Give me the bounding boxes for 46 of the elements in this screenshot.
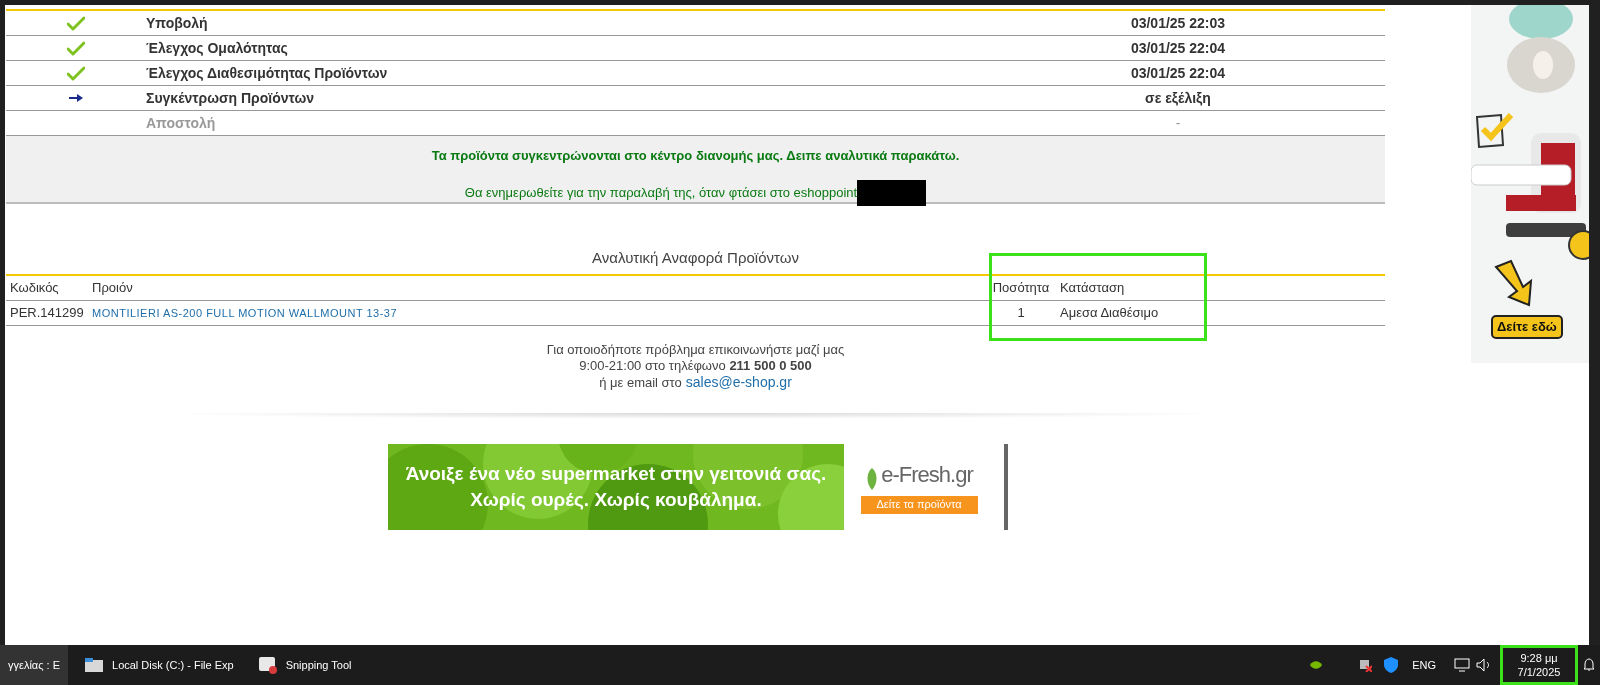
banner-headline: Άνοιξε ένα νέο supermarket στην γειτονιά σας. (405, 461, 827, 486)
check-icon (67, 15, 85, 31)
see-here-button[interactable]: Δείτε εδώ (1491, 315, 1563, 339)
table-cell-text: Αμεσα Διαθέσιμο (1059, 303, 1160, 322)
table-cell-text: PER.141299 (9, 303, 85, 322)
column-header: Προιόν (91, 278, 134, 297)
banner-headline: Χωρίς ουρές. Χωρίς κουβάλημα. (470, 487, 762, 512)
step-label: Αποστολή (146, 113, 217, 133)
clock-time: 9:28 μμ (1520, 651, 1558, 665)
contact-text: Για οποιοδήποτε πρόβλημα επικοινωνήστε μαζί μας (546, 341, 845, 358)
section-title: Αναλυτική Αναφορά Προϊόντων (592, 248, 799, 268)
step-label: Υποβολή (146, 13, 209, 33)
folder-icon (84, 657, 104, 673)
clock[interactable]: 9:28 μμ 7/1/2025 (1500, 645, 1578, 685)
email-link[interactable]: sales@e-shop.gr (685, 373, 792, 390)
monitor-icon (1454, 658, 1470, 672)
shield-icon (1384, 657, 1399, 673)
contact-text: 9:00-21:00 στο τηλέφωνο 211 500 0 500 (579, 357, 812, 374)
step-label: Έλεγχος Ομαλότητας (146, 38, 289, 58)
step-time: 03/01/25 22:04 (1129, 63, 1227, 83)
taskbar-item[interactable]: Snipping Tool (249, 645, 360, 685)
check-icon (67, 65, 85, 81)
speaker-icon (1476, 658, 1492, 672)
column-header: Κατάσταση (1059, 278, 1126, 297)
step-time: - (1174, 113, 1182, 133)
step-time: 03/01/25 22:03 (1129, 13, 1227, 33)
column-header: Κωδικός (9, 278, 60, 297)
notification-icon (1582, 658, 1596, 672)
arrow-icon (69, 94, 83, 102)
notice-headline: Τα προϊόντα συγκεντρώνονται στο κέντρο διανομής μας. Δειπε αναλυτικά παρακάτω. (431, 147, 960, 165)
brand-logo: e-Fresh.gr (881, 460, 973, 489)
table-cell-text: 1 (1016, 303, 1026, 322)
step-label: Συγκέντρωση Προϊόντων (146, 88, 316, 108)
step-time: 03/01/25 22:04 (1129, 38, 1227, 58)
taskbar-item[interactable]: Local Disk (C:) - File Exp (76, 645, 242, 685)
taskbar-item[interactable]: γγελίας : E (0, 645, 68, 685)
product-link[interactable]: MONTILIERI AS-200 FULL MOTION WALLMOUNT 13-37 (92, 306, 398, 319)
network-error-icon (1358, 658, 1373, 672)
contact-text: ή με email στο (599, 374, 682, 391)
language-indicator[interactable]: ENG (1412, 656, 1436, 674)
step-time: σε εξέλιξη (1144, 88, 1212, 108)
column-header: Ποσότητα (991, 278, 1051, 297)
step-label: Έλεγχος Διαθεσιμότητας Προϊόντων (146, 63, 389, 83)
clock-date: 7/1/2025 (1517, 665, 1561, 679)
notice-message: Θα ενημερωθείτε για την παραλαβή της, όταν φτάσει στο eshoppoint (464, 183, 858, 202)
check-icon (67, 40, 85, 56)
